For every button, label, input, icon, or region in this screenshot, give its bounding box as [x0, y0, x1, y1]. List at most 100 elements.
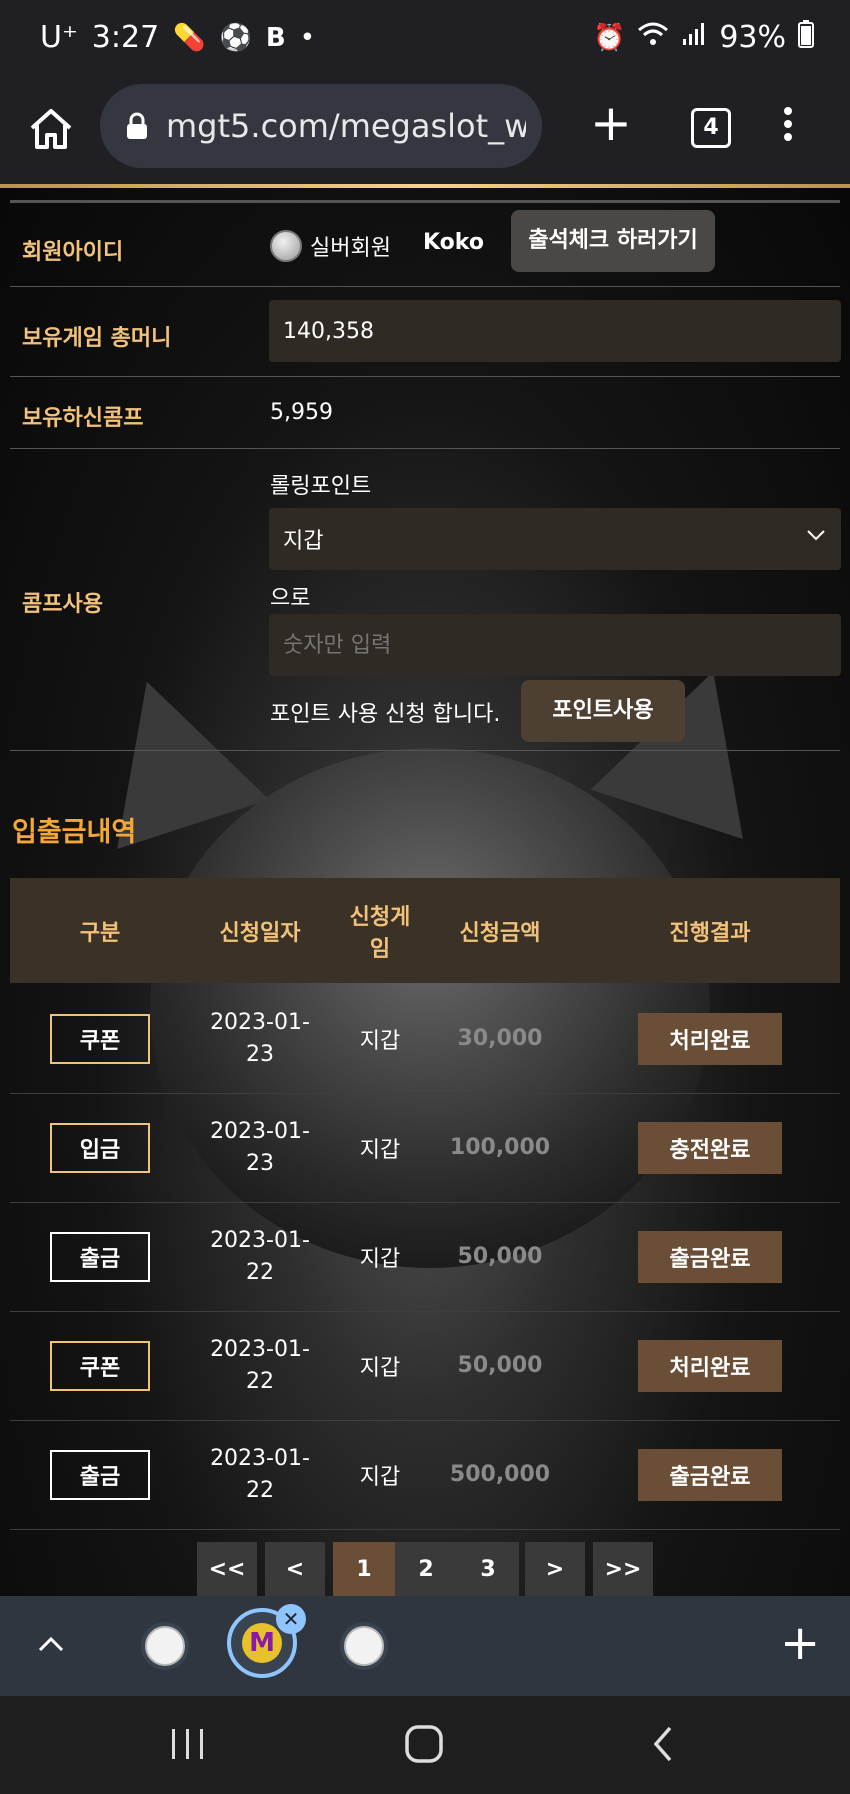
member-id-label: 회원아이디: [22, 240, 124, 265]
home-icon[interactable]: [26, 104, 76, 154]
battery-icon: [798, 20, 814, 55]
type-cell: 출금: [10, 1202, 190, 1311]
result-badge: 출금완료: [638, 1230, 782, 1283]
date-cell: 2023-01-23: [190, 984, 330, 1093]
game-text: 지갑: [359, 1246, 401, 1272]
use-points-button[interactable]: 포인트사용: [521, 680, 685, 742]
chevron-up-icon[interactable]: [34, 1630, 68, 1664]
more-menu-icon[interactable]: [784, 102, 794, 146]
table-row: 쿠폰 2023-01-22 지갑 50,000 처리완료: [10, 1311, 840, 1421]
comp-balance-row: 보유하신콤프 5,959: [10, 376, 840, 449]
member-name: Koko: [423, 230, 484, 255]
result-cell: 처리완료: [580, 1311, 840, 1420]
game-money-value: 140,358: [269, 300, 841, 362]
result-badge: 처리완료: [638, 1339, 782, 1392]
result-badge: 처리완료: [638, 1012, 782, 1065]
member-grade: 실버회원: [310, 236, 391, 261]
table-row: 출금 2023-01-22 지갑 50,000 출금완료: [10, 1202, 840, 1312]
tab-switcher-button[interactable]: 4: [691, 108, 731, 148]
to-label: 으로: [270, 586, 311, 611]
date-cell: 2023-01-22: [190, 1420, 330, 1529]
table-row: 입금 2023-01-23 지갑 100,000 충전완료: [10, 1093, 840, 1203]
comp-balance-value: 5,959: [270, 400, 333, 425]
rolling-point-label: 롤링포인트: [270, 474, 372, 499]
back-nav-icon[interactable]: [648, 1724, 678, 1768]
header-type: 구분: [79, 920, 121, 946]
result-cell: 충전완료: [580, 1093, 840, 1202]
new-tab-icon[interactable]: +: [590, 98, 632, 148]
add-tab-icon[interactable]: +: [780, 1618, 820, 1668]
result-cell: 출금완료: [580, 1420, 840, 1529]
date-text: 2023-01-23: [210, 1118, 310, 1176]
page-3-button[interactable]: 3: [457, 1542, 519, 1596]
recent-apps-icon[interactable]: [168, 1726, 208, 1766]
address-bar[interactable]: mgt5.com/megaslot_wa: [100, 84, 542, 168]
carrier-label: U⁺: [40, 20, 78, 55]
date-text: 2023-01-23: [210, 1009, 310, 1067]
page-content: 회원아이디 실버회원 Koko 출석체크 하러가기 보유게임 총머니 140,3…: [0, 188, 850, 1596]
result-cell: 처리완료: [580, 984, 840, 1093]
comp-use-label: 콤프사용: [22, 592, 103, 617]
wallet-select[interactable]: 지갑: [269, 508, 841, 570]
page-2-button[interactable]: 2: [395, 1542, 457, 1596]
attendance-check-button[interactable]: 출석체크 하러가기: [511, 210, 715, 272]
game-money-row: 보유게임 총머니 140,358: [10, 286, 841, 377]
result-badge: 충전완료: [638, 1121, 782, 1174]
type-tag: 쿠폰: [50, 1013, 150, 1064]
dot-icon: •: [299, 22, 316, 53]
header-game: 신청게임: [349, 904, 411, 962]
page-last-button[interactable]: >>: [593, 1542, 653, 1596]
comp-balance-label: 보유하신콤프: [22, 406, 144, 431]
type-tag: 출금: [50, 1449, 150, 1500]
header-result: 진행결과: [669, 920, 751, 946]
header-amount: 신청금액: [459, 920, 541, 946]
home-nav-icon[interactable]: [404, 1724, 444, 1768]
browser-toolbar: mgt5.com/megaslot_wa + 4: [0, 80, 850, 184]
type-tag: 쿠폰: [50, 1340, 150, 1391]
soccer-icon: ⚽: [219, 22, 252, 53]
date-cell: 2023-01-22: [190, 1311, 330, 1420]
page-1-button[interactable]: 1: [333, 1542, 395, 1596]
header-date: 신청일자: [219, 920, 301, 946]
amount-text: 50,000: [457, 1353, 543, 1378]
slot-tab-icon[interactable]: [340, 1622, 388, 1670]
type-tag: 출금: [50, 1231, 150, 1282]
wifi-icon: [637, 21, 669, 54]
alarm-icon: ⏰: [592, 22, 626, 53]
game-text: 지갑: [359, 1464, 401, 1490]
date-text: 2023-01-22: [210, 1336, 310, 1394]
type-cell: 쿠폰: [10, 984, 190, 1093]
status-bar: U⁺ 3:27 💊 ⚽ B • ⏰ 93%: [0, 0, 850, 80]
game-text: 지갑: [359, 1028, 401, 1054]
comp-use-row: 콤프사용 롤링포인트 지갑 으로 포인트 사용 신청 합니다. 포인트사용: [10, 448, 841, 751]
page-prev-button[interactable]: <: [265, 1542, 325, 1596]
result-badge: 출금완료: [638, 1448, 782, 1501]
battery-percent: 93%: [719, 20, 786, 55]
point-amount-input[interactable]: [269, 614, 841, 676]
amount-text: 30,000: [457, 1026, 543, 1051]
history-table-header: 구분 신청일자 신청게임 신청금액 진행결과: [10, 878, 840, 983]
system-navigation-bar: [0, 1696, 850, 1794]
date-text: 2023-01-22: [210, 1445, 310, 1503]
game-money-label: 보유게임 총머니: [22, 326, 172, 351]
type-cell: 입금: [10, 1093, 190, 1202]
date-cell: 2023-01-22: [190, 1202, 330, 1311]
pill-icon: 💊: [173, 22, 206, 53]
date-cell: 2023-01-23: [190, 1093, 330, 1202]
slot-tab-icon[interactable]: [141, 1622, 189, 1670]
close-tab-icon[interactable]: ✕: [276, 1604, 306, 1634]
game-text: 지갑: [359, 1355, 401, 1381]
table-row: 쿠폰 2023-01-23 지갑 30,000 처리완료: [10, 984, 840, 1094]
history-title: 입출금내역: [12, 817, 137, 848]
tab-strip: M ✕ +: [0, 1596, 850, 1696]
type-tag: 입금: [50, 1122, 150, 1173]
page-next-button[interactable]: >: [525, 1542, 585, 1596]
point-request-text: 포인트 사용 신청 합니다.: [270, 702, 501, 727]
silver-medal-icon: [270, 230, 302, 262]
chevron-down-icon: [805, 524, 827, 552]
amount-text: 50,000: [457, 1244, 543, 1269]
url-text: mgt5.com/megaslot_wa: [166, 107, 526, 145]
member-id-row: 회원아이디 실버회원 Koko 출석체크 하러가기: [10, 204, 840, 287]
page-first-button[interactable]: <<: [197, 1542, 257, 1596]
signal-icon: [681, 21, 707, 54]
